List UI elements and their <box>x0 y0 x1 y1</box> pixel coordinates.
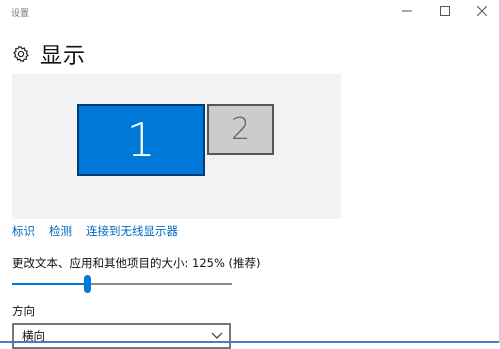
window-title: 设置 <box>11 9 30 19</box>
title-bar: 设置 <box>0 0 499 24</box>
monitor-2-label: 2 <box>230 112 251 147</box>
orientation-dropdown[interactable]: 横向 <box>12 323 231 349</box>
page-header: 显示 <box>12 40 87 69</box>
slider-thumb[interactable] <box>84 275 91 293</box>
slider-track <box>87 283 232 285</box>
maximize-icon <box>440 6 450 16</box>
monitor-1-label: 1 <box>126 113 156 167</box>
display-links: 标识 检测 连接到无线显示器 <box>12 223 192 239</box>
slider-track-filled <box>12 283 87 285</box>
gear-icon <box>12 45 30 63</box>
orientation-label: 方向 <box>12 304 35 318</box>
minimize-icon <box>402 10 412 12</box>
page-title: 显示 <box>40 44 87 69</box>
chevron-down-icon <box>211 332 223 339</box>
scale-label: 更改文本、应用和其他项目的大小: 125% (推荐) <box>12 256 261 270</box>
monitor-1[interactable]: 1 <box>77 104 205 176</box>
detect-link[interactable]: 检测 <box>49 223 72 239</box>
monitor-2[interactable]: 2 <box>207 104 274 155</box>
minimize-button[interactable] <box>397 3 417 19</box>
maximize-button[interactable] <box>435 3 455 19</box>
display-arrangement-area: 1 2 <box>12 74 341 219</box>
settings-window: 设置 显示 1 2 标识 检测 连接到无线显示器 更改文本、应用和其他项目的大小… <box>0 0 500 349</box>
close-icon <box>477 6 487 16</box>
close-button[interactable] <box>472 3 492 19</box>
connect-wireless-display-link[interactable]: 连接到无线显示器 <box>86 223 178 239</box>
identify-link[interactable]: 标识 <box>12 223 35 239</box>
scale-slider[interactable] <box>12 275 232 295</box>
